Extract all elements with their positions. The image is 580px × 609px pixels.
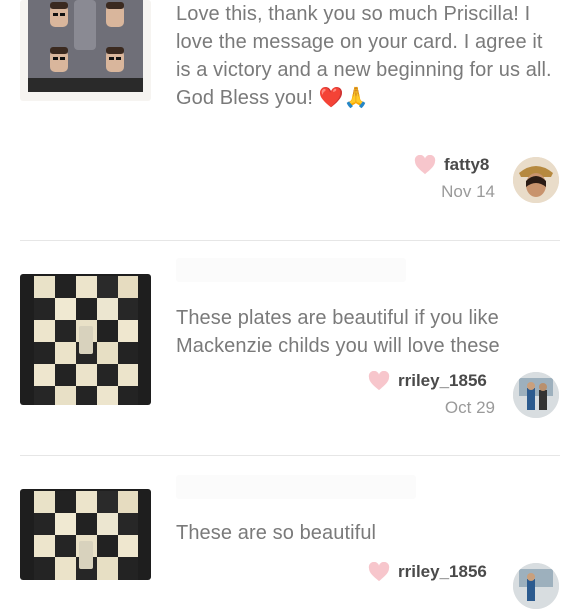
heart-icon[interactable] [414,155,436,175]
listing-thumbnail[interactable] [20,489,151,580]
comment-card: These plates are beautiful if you like M… [0,240,580,455]
heart-icon[interactable] [368,562,390,582]
comment-date: Oct 29 [444,398,495,417]
title-placeholder [176,258,406,282]
comment-text: These are so beautiful [176,519,556,547]
listing-thumbnail[interactable] [20,274,151,405]
comment-text: These plates are beautiful if you like M… [176,304,556,360]
author-row: rriley_1856 [368,562,487,582]
avatar[interactable] [513,372,559,418]
username[interactable]: rriley_1856 [398,562,487,582]
comment-body: These are so beautiful [176,522,377,544]
comment-card: Love this, thank you so much Priscilla! … [0,0,580,240]
comment-text: Love this, thank you so much Priscilla! … [176,0,556,112]
avatar[interactable] [513,157,559,203]
author-row: rriley_1856 [368,371,487,391]
username[interactable]: rriley_1856 [398,371,487,391]
comment-card: These are so beautiful rriley_1856 [0,455,580,609]
comment-date: Nov 14 [441,182,495,201]
avatar[interactable] [513,563,559,609]
title-placeholder [176,475,416,499]
comment-body: These plates are beautiful if you like M… [176,307,500,357]
listing-thumbnail[interactable] [20,0,151,101]
author-row: fatty8 [414,155,489,175]
username[interactable]: fatty8 [444,155,489,175]
emoji: ❤️🙏 [318,87,369,109]
heart-icon[interactable] [368,371,390,391]
